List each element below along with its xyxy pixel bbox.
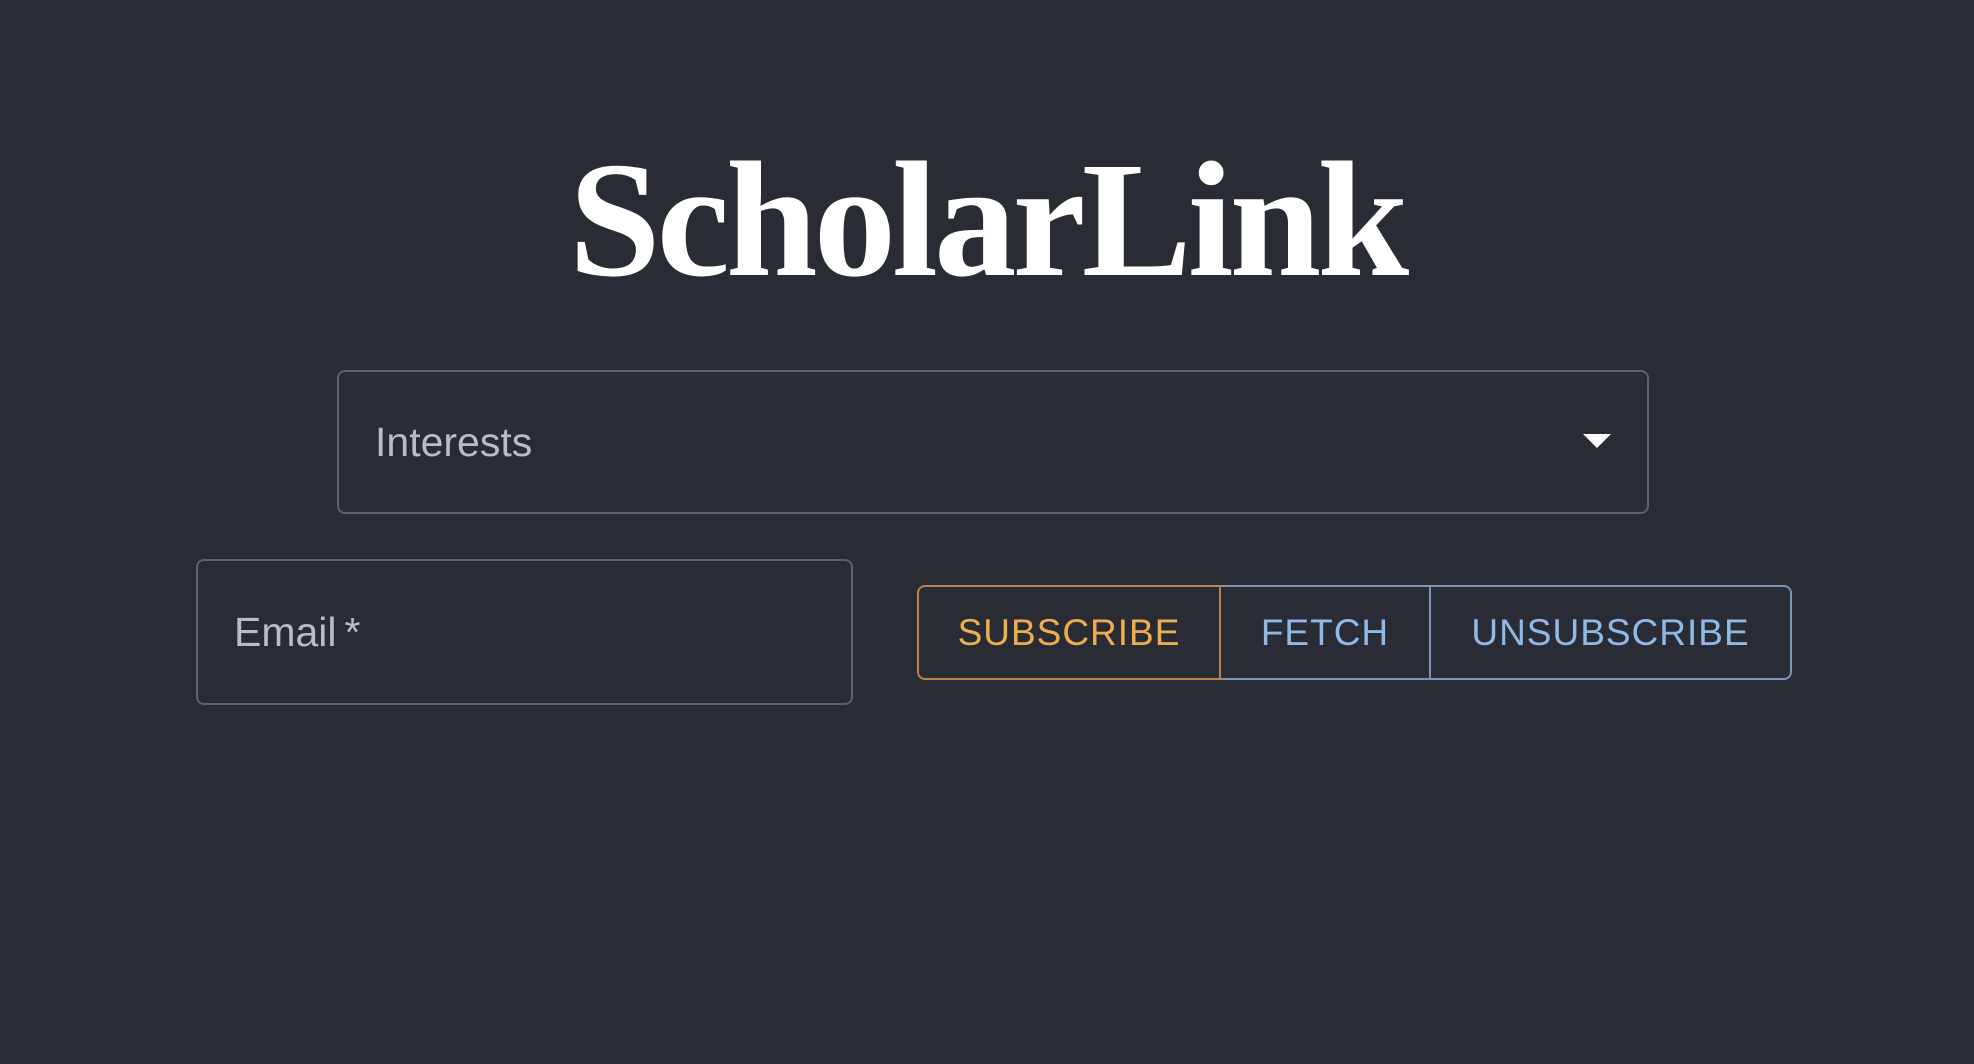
fetch-button[interactable]: FETCH bbox=[1221, 585, 1431, 680]
unsubscribe-button[interactable]: UNSUBSCRIBE bbox=[1431, 585, 1792, 680]
required-marker: * bbox=[344, 609, 361, 655]
caret-down-icon bbox=[1583, 434, 1611, 448]
email-field-label: Email * bbox=[234, 561, 361, 703]
subscribe-button[interactable]: SUBSCRIBE bbox=[917, 585, 1221, 680]
email-label-text: Email bbox=[234, 609, 337, 655]
interests-select[interactable]: Interests bbox=[337, 370, 1649, 514]
interests-select-label: Interests bbox=[375, 419, 533, 465]
action-button-group: SUBSCRIBE FETCH UNSUBSCRIBE bbox=[917, 585, 1792, 680]
email-field[interactable]: Email * bbox=[196, 559, 853, 705]
page-title: ScholarLink bbox=[568, 128, 1409, 311]
